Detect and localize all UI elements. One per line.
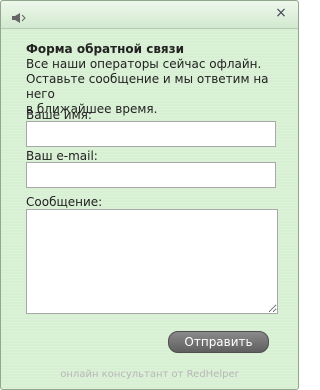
form-title: Форма обратной связи [26, 42, 184, 56]
email-input[interactable] [26, 162, 276, 188]
speaker-icon[interactable] [11, 9, 27, 23]
intro-line-1: Все наши операторы сейчас офлайн. [26, 57, 262, 71]
message-label: Сообщение: [26, 195, 103, 209]
email-label: Ваш e-mail: [26, 149, 98, 163]
close-icon[interactable]: × [274, 6, 288, 20]
name-label: Ваше имя: [26, 108, 92, 122]
message-textarea[interactable] [26, 209, 278, 314]
widget-content: Форма обратной связи Все наши операторы … [1, 29, 298, 389]
footer-credit: онлайн консультант от RedHelper [60, 369, 239, 380]
send-button[interactable]: Отправить [168, 331, 269, 353]
intro-text: Форма обратной связи Все наши операторы … [26, 42, 281, 117]
name-input[interactable] [26, 121, 276, 147]
intro-line-2: Оставьте сообщение и мы ответим на него [26, 72, 269, 101]
feedback-widget: × Форма обратной связи Все наши оператор… [0, 0, 299, 390]
widget-titlebar: × [1, 1, 298, 29]
